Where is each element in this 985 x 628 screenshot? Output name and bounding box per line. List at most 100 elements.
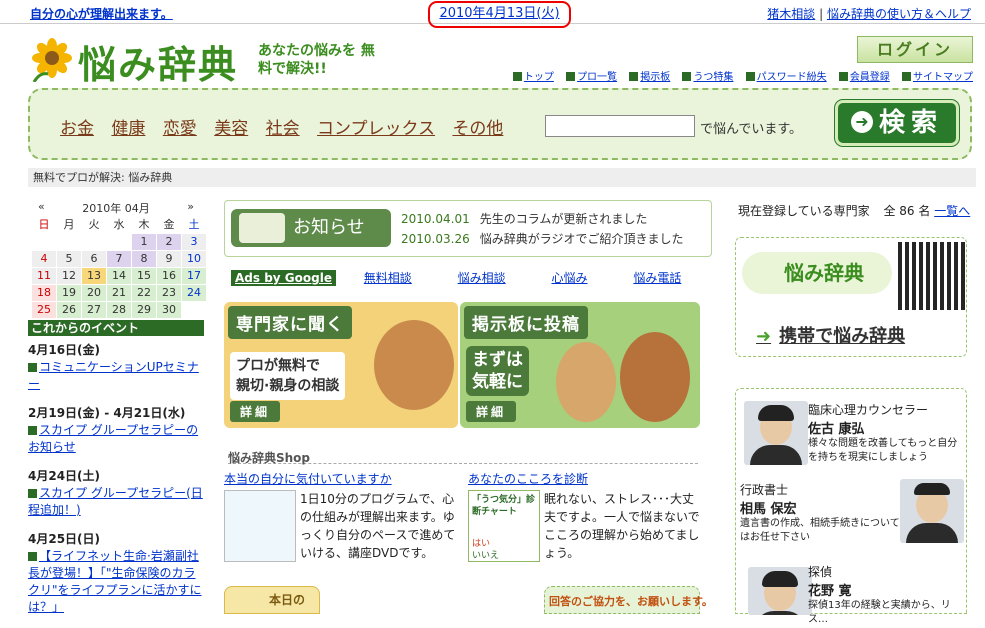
expert-photo[interactable] bbox=[748, 567, 812, 615]
calendar-day[interactable]: 16 bbox=[157, 268, 181, 284]
category-love[interactable]: 恋愛 bbox=[163, 119, 197, 139]
calendar-day[interactable]: 20 bbox=[82, 285, 106, 301]
promo-post-board-detail[interactable]: 詳細 bbox=[466, 401, 517, 422]
ads-by-google[interactable]: Ads by Google bbox=[231, 270, 336, 286]
promo-post-board[interactable]: 掲示板に投稿 まずは 気軽に 詳細 bbox=[460, 302, 700, 428]
mobile-link[interactable]: ➜ 携帯で悩み辞典 bbox=[756, 322, 905, 348]
calendar-day[interactable]: 17 bbox=[182, 268, 206, 284]
promo-ask-expert-detail[interactable]: 詳細 bbox=[230, 401, 281, 422]
calendar-day[interactable]: 29 bbox=[132, 302, 156, 318]
nav-board[interactable]: 掲示板 bbox=[629, 72, 670, 83]
promo-ask-expert-title: 専門家に聞く bbox=[228, 306, 352, 339]
ad-link[interactable]: 悩み電話 bbox=[633, 271, 681, 285]
calendar-day[interactable]: 6 bbox=[82, 251, 106, 267]
expert-item[interactable]: 臨床心理カウンセラー 佐古 康弘 様々な問題を改善してもっと自分を持ちを現実にし… bbox=[808, 401, 966, 465]
category-complex[interactable]: コンプレックス bbox=[317, 119, 435, 139]
mobile-promo[interactable]: 悩み辞典 ➜ 携帯で悩み辞典 bbox=[735, 237, 967, 357]
arrow-icon bbox=[838, 72, 848, 81]
promo-post-board-body: まずは 気軽に bbox=[466, 346, 529, 396]
calendar-day[interactable]: 7 bbox=[107, 251, 131, 267]
news-item[interactable]: 2010.04.01 先生のコラムが更新されました bbox=[401, 209, 683, 229]
people-illustration bbox=[620, 332, 690, 422]
event-link[interactable]: スカイプ グループセラピーのお知らせ bbox=[28, 423, 198, 454]
calendar-day bbox=[107, 234, 131, 250]
calendar-day[interactable]: 23 bbox=[157, 285, 181, 301]
calendar-day[interactable]: 26 bbox=[57, 302, 81, 318]
diagnosis-yes: はい bbox=[472, 539, 491, 549]
nav-register[interactable]: 会員登録 bbox=[838, 72, 890, 83]
calendar-prev[interactable]: « bbox=[38, 200, 45, 213]
logo-title: 悩み辞典 bbox=[78, 43, 239, 87]
ad-link[interactable]: 心悩み bbox=[551, 271, 587, 285]
arrow-icon bbox=[28, 363, 37, 372]
category-society[interactable]: 社会 bbox=[266, 119, 300, 139]
news-item[interactable]: 2010.03.26 悩み辞典がラジオでご紹介頂きました bbox=[401, 229, 683, 249]
event-item: 4月24日(土) スカイプ グループセラピー(日程追加！) bbox=[28, 468, 206, 519]
calendar-day[interactable]: 9 bbox=[157, 251, 181, 267]
calendar-day[interactable]: 12 bbox=[57, 268, 81, 284]
expert-item[interactable]: 行政書士 相馬 保宏 遺言書の作成、相続手続きについてはお任せ下さい bbox=[740, 481, 900, 545]
dvd-image[interactable] bbox=[224, 490, 296, 562]
calendar-day[interactable]: 3 bbox=[182, 234, 206, 250]
calendar-weekday: 日 bbox=[38, 218, 50, 231]
search-button-label: 検索 bbox=[878, 108, 943, 138]
category-other[interactable]: その他 bbox=[452, 119, 503, 139]
nav-sitemap[interactable]: サイトマップ bbox=[902, 72, 973, 83]
calendar-day[interactable]: 4 bbox=[32, 251, 56, 267]
calendar-day[interactable]: 5 bbox=[57, 251, 81, 267]
calendar-day[interactable]: 30 bbox=[157, 302, 181, 318]
calendar-day[interactable]: 14 bbox=[107, 268, 131, 284]
nav-depression[interactable]: うつ特集 bbox=[682, 72, 733, 83]
category-money[interactable]: お金 bbox=[60, 119, 94, 139]
ad-link[interactable]: 悩み相談 bbox=[458, 271, 506, 285]
answer-request-banner[interactable]: 回答のご協力を、お願いします。 bbox=[544, 586, 713, 614]
calendar-day[interactable]: 27 bbox=[82, 302, 106, 318]
category-beauty[interactable]: 美容 bbox=[214, 119, 248, 139]
calendar-day[interactable]: 24 bbox=[182, 285, 206, 301]
top-links: 猪木相談 | 悩み辞典の使い方＆ヘルプ bbox=[767, 5, 971, 22]
login-button[interactable]: ログイン bbox=[857, 36, 973, 63]
diagnosis-chart-image[interactable]: 「うつ気分」診断チャート はい いいえ bbox=[468, 490, 540, 562]
experts-list-link[interactable]: 一覧へ bbox=[934, 204, 970, 218]
nav-top[interactable]: トップ bbox=[512, 72, 554, 83]
calendar-day[interactable]: 25 bbox=[32, 302, 56, 318]
top-bar: 自分の心が理解出来ます。 2010年4月13日(火) 猪木相談 | 悩み辞典の使… bbox=[0, 0, 985, 28]
ad-link[interactable]: 無料相談 bbox=[364, 271, 412, 285]
calendar-day[interactable]: 28 bbox=[107, 302, 131, 318]
expert-photo[interactable] bbox=[900, 479, 964, 543]
calendar-next[interactable]: » bbox=[187, 200, 194, 213]
category-links: お金 健康 恋愛 美容 社会 コンプレックス その他 bbox=[60, 114, 515, 139]
calendar-day[interactable]: 2 bbox=[157, 234, 181, 250]
nav-password[interactable]: パスワード紛失 bbox=[745, 72, 827, 83]
tagline-link[interactable]: 自分の心が理解出来ます。 bbox=[30, 5, 173, 22]
shop-item-link[interactable]: あなたのこころを診断 bbox=[468, 470, 588, 487]
calendar-day[interactable]: 13 bbox=[82, 268, 106, 284]
search-button[interactable]: ➜ 検索 bbox=[835, 100, 959, 146]
inoki-consult-link[interactable]: 猪木相談 bbox=[767, 7, 815, 21]
calendar-day[interactable]: 8 bbox=[132, 251, 156, 267]
calendar-day[interactable]: 18 bbox=[32, 285, 56, 301]
calendar-day[interactable]: 1 bbox=[132, 234, 156, 250]
calendar-day[interactable]: 19 bbox=[57, 285, 81, 301]
category-health[interactable]: 健康 bbox=[111, 119, 145, 139]
nav-pro-list[interactable]: プロ一覧 bbox=[566, 72, 617, 83]
calendar-day[interactable]: 10 bbox=[182, 251, 206, 267]
event-link[interactable]: スカイプ グループセラピー(日程追加！) bbox=[28, 486, 203, 517]
calendar-day[interactable]: 22 bbox=[132, 285, 156, 301]
search-input[interactable] bbox=[545, 115, 695, 137]
calendar-day[interactable]: 15 bbox=[132, 268, 156, 284]
today-banner[interactable]: 本日の bbox=[224, 586, 320, 614]
expert-photo[interactable] bbox=[744, 401, 808, 465]
expert-illustration bbox=[374, 320, 454, 410]
event-link[interactable]: コミュニケーションUPセミナー bbox=[28, 360, 199, 391]
help-link[interactable]: 悩み辞典の使い方＆ヘルプ bbox=[827, 7, 971, 21]
expert-item[interactable]: 探偵 花野 寛 探偵13年の経験と実績から、リス… bbox=[808, 563, 966, 627]
calendar-day[interactable]: 21 bbox=[107, 285, 131, 301]
event-link[interactable]: 【ライフネット生命·岩瀬副社長が登場！】「"生命保険のカラクリ"をライフプランに… bbox=[28, 549, 202, 614]
book-icon bbox=[239, 213, 285, 243]
date-link[interactable]: 2010年4月13日(火) bbox=[428, 1, 571, 28]
shop-item-link[interactable]: 本当の自分に気付いていますか bbox=[224, 470, 392, 487]
promo-post-board-title: 掲示板に投稿 bbox=[464, 306, 588, 339]
promo-ask-expert[interactable]: 専門家に聞く プロが無料で 親切·親身の相談 詳細 bbox=[224, 302, 458, 428]
calendar-day[interactable]: 11 bbox=[32, 268, 56, 284]
